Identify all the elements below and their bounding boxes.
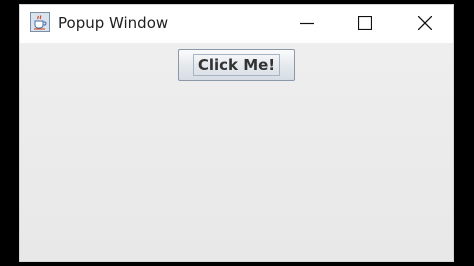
close-button[interactable] — [402, 5, 448, 41]
close-icon — [418, 16, 432, 30]
minimize-button[interactable] — [284, 5, 330, 41]
popup-window: Popup Window Click Me! — [19, 4, 454, 262]
maximize-button[interactable] — [342, 5, 388, 41]
click-me-button-label: Click Me! — [192, 54, 281, 76]
minimize-icon — [300, 22, 314, 25]
window-content: Click Me! — [20, 43, 453, 261]
click-me-button[interactable]: Click Me! — [178, 49, 295, 81]
maximize-icon — [358, 16, 372, 30]
window-title: Popup Window — [58, 14, 169, 32]
title-bar[interactable]: Popup Window — [20, 5, 453, 43]
java-coffee-cup-icon[interactable] — [30, 12, 50, 32]
